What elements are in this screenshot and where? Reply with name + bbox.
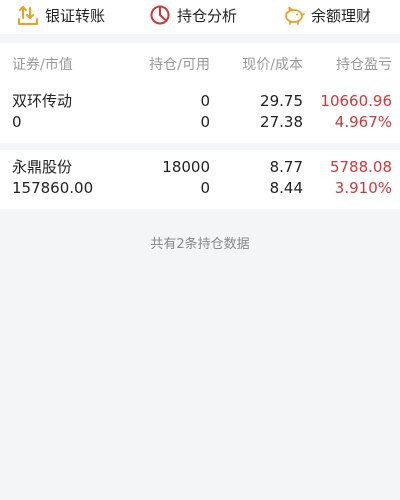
profit-loss: 5788.08 [329, 158, 392, 176]
table-row[interactable]: 永鼎股份 157860.00 18000 0 8.77 8.44 5788.08… [0, 150, 400, 209]
header-security: 证券/市值 [12, 57, 73, 73]
section-divider [0, 34, 400, 43]
stock-name: 永鼎股份 [12, 158, 73, 176]
cost-price: 27.38 [260, 113, 303, 131]
balance-wealth-button[interactable]: 余额理财 [283, 0, 371, 30]
header-price: 现价/成本 [242, 57, 303, 73]
holding-qty: 0 [200, 92, 210, 110]
stock-name: 双环传动 [12, 92, 73, 110]
balance-wealth-label: 余额理财 [311, 6, 372, 25]
positions-table-header: 证券/市值 持仓/可用 现价/成本 持仓盈亏 [0, 43, 400, 81]
available-qty: 0 [200, 113, 210, 131]
header-profit: 持仓盈亏 [336, 57, 392, 73]
positions-page: 银证转账 持仓分析 余额理财 证券/市值 持仓/可用 现价/成本 持仓盈亏 双环… [0, 0, 400, 500]
market-value: 157860.00 [12, 179, 94, 197]
bank-transfer-label: 银证转账 [45, 6, 106, 25]
pie-chart-icon [149, 4, 171, 26]
position-analysis-button[interactable]: 持仓分析 [149, 0, 237, 30]
market-value: 0 [12, 113, 22, 131]
cost-price: 8.44 [269, 179, 303, 197]
holding-qty: 18000 [162, 158, 210, 176]
profit-loss-pct: 3.910% [334, 179, 392, 197]
table-row[interactable]: 双环传动 0 0 0 29.75 27.38 10660.96 4.967% [0, 81, 400, 143]
bank-transfer-button[interactable]: 银证转账 [17, 0, 105, 30]
transfer-icon [17, 4, 39, 26]
available-qty: 0 [200, 179, 210, 197]
action-bar: 银证转账 持仓分析 余额理财 [0, 0, 400, 34]
profit-loss: 10660.96 [320, 92, 392, 110]
piggy-bank-icon [283, 4, 305, 26]
current-price: 29.75 [260, 92, 303, 110]
current-price: 8.77 [269, 158, 303, 176]
positions-count-note: 共有2条持仓数据 [150, 237, 250, 252]
position-analysis-label: 持仓分析 [177, 6, 238, 25]
profit-loss-pct: 4.967% [334, 113, 392, 131]
header-position: 持仓/可用 [149, 57, 210, 73]
